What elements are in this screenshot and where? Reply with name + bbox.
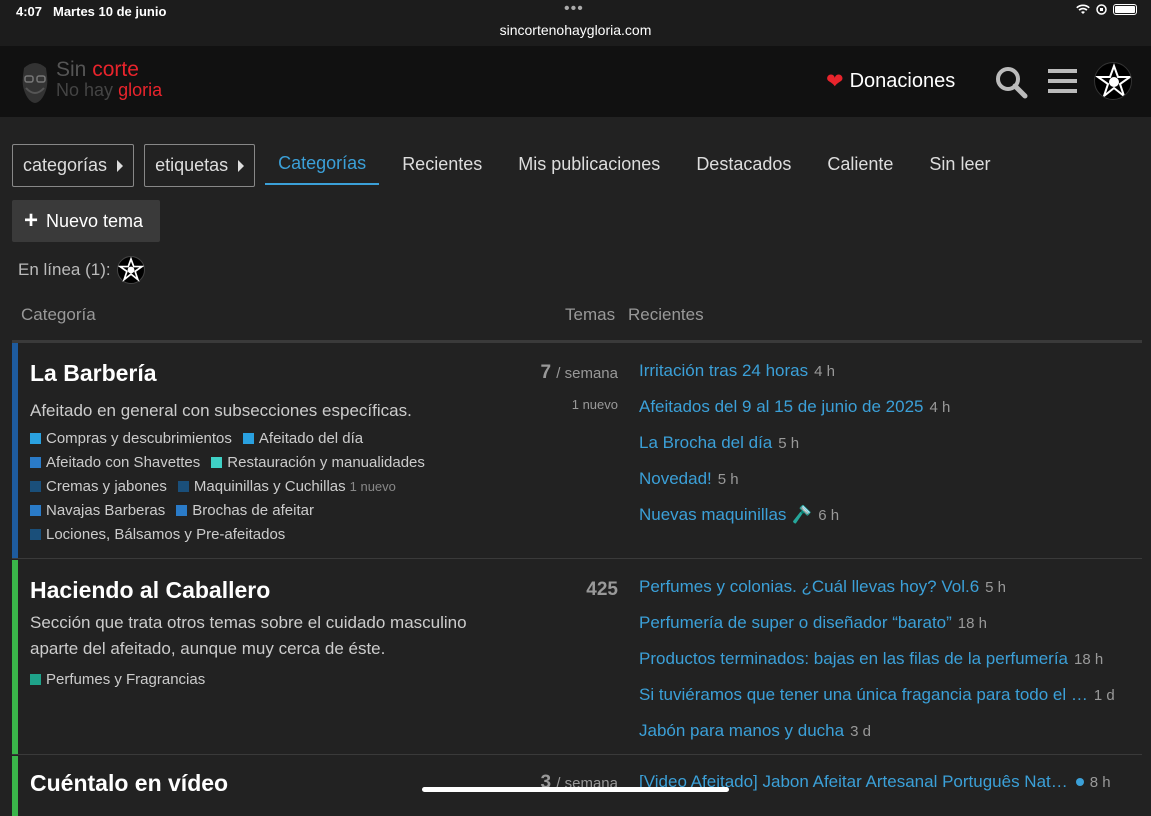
subcategory-list: Perfumes y Fragrancias	[30, 667, 530, 691]
tab-categorias[interactable]: Categorías	[265, 144, 380, 185]
topic-count: 7 / semana	[540, 362, 618, 383]
new-topic-label: Nuevo tema	[46, 210, 144, 231]
tab-destacados[interactable]: Destacados	[683, 144, 804, 185]
topic-count: 425	[586, 579, 618, 600]
tab-recientes[interactable]: Recientes	[389, 144, 495, 185]
address-bar-url[interactable]: sincortenohaygloria.com	[0, 22, 1151, 38]
site-header: Sin corte No hay gloria ❤ Donaciones	[0, 46, 1151, 117]
wifi-icon	[1076, 4, 1090, 14]
latest-topic-item[interactable]: Afeitados del 9 al 15 de junio de 2025 4 …	[639, 389, 1144, 425]
navigation-row: categorías etiquetas Categorías Reciente…	[12, 144, 1013, 187]
new-count[interactable]: 1 nuevo	[572, 397, 618, 412]
category-row: Haciendo al Caballero Sección que trata …	[12, 560, 1142, 755]
user-avatar[interactable]	[1094, 62, 1132, 100]
subcategory-link[interactable]: Compras y descubrimientos	[30, 430, 232, 447]
tab-caliente[interactable]: Caliente	[814, 144, 906, 185]
status-date: Martes 10 de junio	[53, 4, 167, 19]
plus-icon: +	[24, 207, 39, 234]
online-users: En línea (1):	[18, 256, 145, 284]
latest-topic-item[interactable]: Jabón para manos y ducha 3 d	[639, 713, 1144, 749]
latest-topics: [Video Afeitado] Jabon Afeitar Artesanal…	[639, 764, 1144, 800]
bearded-face-logo-icon	[22, 63, 48, 103]
latest-topic-item[interactable]: [Video Afeitado] Jabon Afeitar Artesanal…	[639, 764, 1144, 800]
category-row: La Barbería Afeitado en general con subs…	[12, 343, 1142, 559]
subcategory-link[interactable]: Maquinillas y Cuchillas 1 nuevo	[177, 478, 396, 495]
subcategory-link[interactable]: Brochas de afeitar	[176, 502, 314, 519]
logo-line-2: No hay gloria	[56, 80, 163, 100]
latest-topic-item[interactable]: Irritación tras 24 horas 4 h	[639, 353, 1144, 389]
caret-right-icon	[238, 159, 245, 172]
subcategory-link[interactable]: Restauración y manualidades	[211, 454, 425, 471]
subcategory-link[interactable]: Lociones, Bálsamos y Pre-afeitados	[30, 526, 285, 543]
latest-topic-item[interactable]: Nuevas maquinillas 🪒 6 h	[639, 497, 1144, 533]
latest-topic-item[interactable]: Novedad! 5 h	[639, 461, 1144, 497]
new-topic-button[interactable]: + Nuevo tema	[12, 200, 160, 242]
unread-dot-icon	[1075, 778, 1084, 786]
latest-topic-item[interactable]: Perfumería de super o diseñador “barato”…	[639, 605, 1144, 641]
subcategory-link[interactable]: Afeitado del día	[242, 430, 363, 447]
categories-dropdown[interactable]: categorías	[12, 144, 135, 187]
tags-dropdown-label: etiquetas	[155, 155, 229, 175]
category-color-bar	[12, 560, 18, 754]
logo-line-1: Sin corte	[56, 58, 139, 81]
tab-mis-publicaciones[interactable]: Mis publicaciones	[505, 144, 673, 185]
home-indicator[interactable]	[422, 787, 729, 792]
header-category: Categoría	[21, 305, 96, 324]
header-latest: Recientes	[628, 305, 704, 324]
heart-icon: ❤	[826, 70, 844, 93]
subcategory-link[interactable]: Navajas Barberas	[30, 502, 165, 519]
categories-dropdown-label: categorías	[23, 155, 108, 175]
latest-topic-item[interactable]: Productos terminados: bajas en las filas…	[639, 641, 1144, 677]
category-color-bar	[12, 756, 18, 816]
category-row: Cuéntalo en vídeo 3 / semana [Video Afei…	[12, 756, 1142, 816]
status-bar: 4:07 Martes 10 de junio ••• sincortenoha…	[0, 0, 1151, 46]
caret-right-icon	[117, 159, 124, 172]
subcategory-list: Compras y descubrimientos Afeitado del d…	[30, 426, 530, 546]
donations-label: Donaciones	[849, 70, 956, 92]
latest-topics: Irritación tras 24 horas 4 h Afeitados de…	[639, 353, 1144, 533]
subcategory-link[interactable]: Afeitado con Shavettes	[30, 454, 200, 471]
latest-topics: Perfumes y colonias. ¿Cuál llevas hoy? V…	[639, 569, 1144, 749]
status-icons	[1076, 4, 1137, 15]
tab-sin-leer[interactable]: Sin leer	[916, 144, 1003, 185]
search-icon[interactable]	[994, 65, 1028, 99]
latest-topic-item[interactable]: Si tuviéramos que tener una única fragan…	[639, 677, 1144, 713]
site-logo[interactable]: Sin corte No hay gloria	[16, 56, 176, 108]
latest-topic-item[interactable]: La Brocha del día 5 h	[639, 425, 1144, 461]
online-label: En línea (1):	[18, 260, 111, 279]
more-dots-icon[interactable]: •••	[564, 0, 584, 18]
category-description: Sección que trata otros temas sobre el c…	[30, 613, 467, 658]
star-skull-avatar-icon	[116, 256, 145, 283]
subcategory-link[interactable]: Cremas y jabones	[30, 478, 167, 495]
donations-link[interactable]: ❤ Donaciones	[826, 69, 955, 94]
online-user-avatar[interactable]	[116, 256, 145, 284]
category-title[interactable]: Cuéntalo en vídeo	[30, 770, 228, 797]
header-topics: Temas	[565, 305, 616, 324]
orientation-lock-icon	[1096, 4, 1107, 15]
latest-topic-item[interactable]: Perfumes y colonias. ¿Cuál llevas hoy? V…	[639, 569, 1144, 605]
category-title[interactable]: La Barbería	[30, 360, 157, 387]
nav-tabs: Categorías Recientes Mis publicaciones D…	[265, 144, 1013, 187]
tags-dropdown[interactable]: etiquetas	[144, 144, 256, 187]
category-description: Afeitado en general con subsecciones esp…	[30, 401, 412, 420]
hamburger-menu-icon[interactable]	[1048, 68, 1077, 94]
category-title[interactable]: Haciendo al Caballero	[30, 577, 270, 604]
battery-icon	[1113, 4, 1137, 15]
status-time: 4:07	[16, 4, 43, 19]
star-skull-avatar-icon	[1095, 63, 1131, 99]
subcategory-link[interactable]: Perfumes y Fragrancias	[30, 671, 205, 688]
category-color-bar	[12, 343, 18, 558]
